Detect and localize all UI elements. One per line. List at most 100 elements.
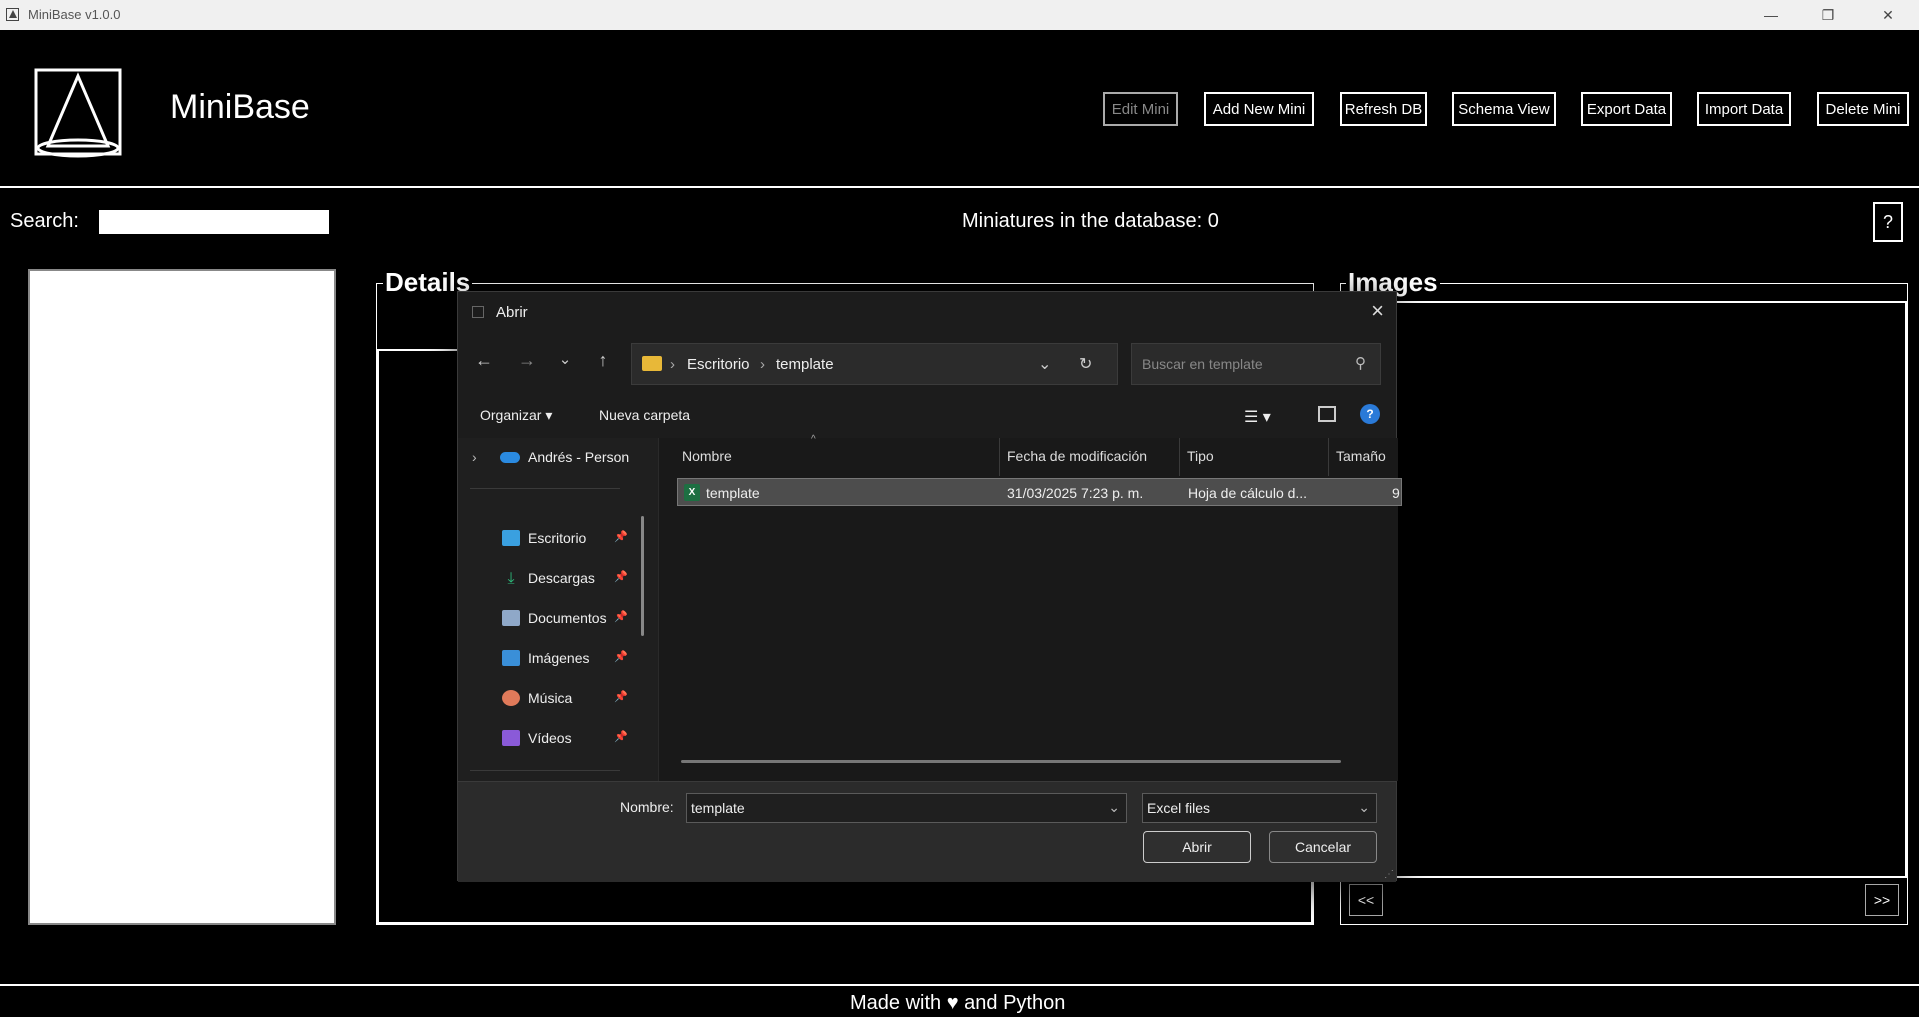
add-new-mini-button[interactable]: Add New Mini <box>1204 92 1314 126</box>
image-viewer <box>1345 301 1907 878</box>
pin-icon[interactable]: 📌 <box>614 650 628 663</box>
sidebar-item-label: Imágenes <box>528 650 590 666</box>
sidebar-item-musica[interactable]: Música 📌 <box>458 682 638 714</box>
cancel-button[interactable]: Cancelar <box>1269 831 1377 863</box>
sidebar-item-documentos[interactable]: Documentos 📌 <box>458 602 638 634</box>
breadcrumb-template[interactable]: template <box>776 356 834 373</box>
sidebar-item-label: Vídeos <box>528 730 572 746</box>
sidebar-item-label: Descargas <box>528 570 595 586</box>
column-header-fecha[interactable]: Fecha de modificación <box>1007 448 1147 464</box>
column-header-tipo[interactable]: Tipo <box>1187 448 1214 464</box>
resize-grip-icon[interactable]: ⋰ <box>1384 869 1394 880</box>
pin-icon[interactable]: 📌 <box>614 730 628 743</box>
breadcrumb-chevron-icon: › <box>670 356 675 373</box>
dialog-bottom-bar: Nombre: template ⌄ Excel files ⌄ Abrir C… <box>458 781 1396 882</box>
pin-icon[interactable]: 📌 <box>614 530 628 543</box>
pin-icon[interactable]: 📌 <box>614 610 628 623</box>
column-header-tamano[interactable]: Tamaño <box>1336 448 1386 464</box>
open-file-dialog: Abrir × ← → ⌄ ↑ › Escritorio › template … <box>457 291 1402 882</box>
sidebar-divider <box>470 770 620 771</box>
prev-image-button[interactable]: << <box>1349 884 1383 916</box>
next-image-button[interactable]: >> <box>1865 884 1899 916</box>
footer-divider <box>0 984 1919 986</box>
sidebar-item-label: Escritorio <box>528 530 587 546</box>
breadcrumb-escritorio[interactable]: Escritorio <box>687 356 750 373</box>
sidebar-item-escritorio[interactable]: Escritorio 📌 <box>458 522 638 554</box>
documents-icon <box>502 610 520 626</box>
recent-locations-icon[interactable]: ⌄ <box>553 350 577 368</box>
delete-mini-button[interactable]: Delete Mini <box>1817 92 1909 126</box>
edit-mini-button[interactable]: Edit Mini <box>1103 92 1178 126</box>
sidebar-item-videos[interactable]: Vídeos 📌 <box>458 722 638 754</box>
pin-icon[interactable]: 📌 <box>614 690 628 703</box>
db-count: Miniatures in the database: 0 <box>962 210 1219 232</box>
dialog-titlebar: Abrir × <box>458 292 1396 332</box>
chevron-down-icon[interactable]: ⌄ <box>1358 799 1370 816</box>
file-name: template <box>706 485 760 501</box>
address-dropdown-icon[interactable]: ⌄ <box>1038 354 1051 374</box>
refresh-db-button[interactable]: Refresh DB <box>1340 92 1427 126</box>
column-header-nombre[interactable]: Nombre <box>682 448 732 464</box>
images-group: << >> <box>1340 283 1908 925</box>
search-icon: ⚲ <box>1355 355 1366 372</box>
close-icon[interactable]: ✕ <box>1860 0 1916 30</box>
search-label: Search: <box>10 210 79 232</box>
filename-label: Nombre: <box>620 799 674 815</box>
up-folder-icon[interactable]: ↑ <box>591 350 615 371</box>
expand-chevron-icon[interactable]: › <box>472 449 477 465</box>
dialog-nav-row: ← → ⌄ ↑ › Escritorio › template ⌄ ↻ Busc… <box>458 332 1396 390</box>
address-bar[interactable]: › Escritorio › template ⌄ ↻ <box>631 343 1118 385</box>
import-data-button[interactable]: Import Data <box>1697 92 1791 126</box>
forward-arrow-icon[interactable]: → <box>515 350 539 371</box>
maximize-icon[interactable]: ❐ <box>1800 0 1856 30</box>
dialog-app-icon <box>472 306 484 318</box>
sidebar-item-onedrive[interactable]: › Andrés - Person <box>458 441 638 473</box>
pictures-icon <box>502 650 520 666</box>
file-row[interactable]: X template 31/03/2025 7:23 p. m. Hoja de… <box>677 478 1402 506</box>
pin-icon[interactable]: 📌 <box>614 570 628 583</box>
column-separator[interactable] <box>999 438 1000 476</box>
search-input[interactable] <box>99 210 329 234</box>
sidebar-item-label: Andrés - Person <box>528 449 630 465</box>
refresh-icon[interactable]: ↻ <box>1079 354 1092 374</box>
new-folder-button[interactable]: Nueva carpeta <box>599 407 690 423</box>
help-button[interactable]: ? <box>1873 202 1903 242</box>
back-arrow-icon[interactable]: ← <box>472 350 496 371</box>
chevron-down-icon[interactable]: ⌄ <box>1108 799 1120 816</box>
sidebar-scrollbar[interactable] <box>641 516 644 636</box>
open-button[interactable]: Abrir <box>1143 831 1251 863</box>
dialog-close-icon[interactable]: × <box>1371 298 1384 324</box>
sidebar-item-descargas[interactable]: ⤓ Descargas 📌 <box>458 562 638 594</box>
download-icon: ⤓ <box>507 570 515 587</box>
schema-view-button[interactable]: Schema View <box>1452 92 1556 126</box>
sidebar-item-imagenes[interactable]: Imágenes 📌 <box>458 642 638 674</box>
file-type-select[interactable]: Excel files ⌄ <box>1142 793 1377 823</box>
column-separator[interactable] <box>1179 438 1180 476</box>
view-options-icon[interactable]: ☰ ▾ <box>1244 407 1271 427</box>
window-titlebar: MiniBase v1.0.0 — ❐ ✕ <box>0 0 1919 30</box>
dialog-sidebar: › Andrés - Person Escritorio 📌 ⤓ Descarg… <box>458 438 658 781</box>
help-icon[interactable]: ? <box>1360 404 1380 424</box>
logo-icon <box>34 68 122 158</box>
sidebar-item-label: Documentos <box>528 610 607 626</box>
breadcrumb-chevron-icon: › <box>760 356 765 373</box>
dialog-title: Abrir <box>496 304 528 321</box>
filename-input[interactable]: template ⌄ <box>686 793 1127 823</box>
horizontal-scrollbar[interactable] <box>681 760 1341 763</box>
file-modified: 31/03/2025 7:23 p. m. <box>1007 485 1144 501</box>
dialog-search-input[interactable]: Buscar en template ⚲ <box>1131 343 1381 385</box>
folder-icon <box>642 356 662 371</box>
music-icon <box>502 690 520 706</box>
minimize-icon[interactable]: — <box>1743 0 1799 30</box>
excel-file-icon: X <box>684 484 700 501</box>
sidebar-item-label: Música <box>528 690 573 706</box>
column-separator[interactable] <box>1328 438 1329 476</box>
preview-pane-icon[interactable] <box>1318 406 1336 422</box>
header-divider <box>0 186 1919 188</box>
footer-text: Made with ♥ and Python <box>850 992 1066 1014</box>
miniatures-list[interactable] <box>28 269 336 925</box>
sort-ascending-icon: ^ <box>811 434 816 445</box>
export-data-button[interactable]: Export Data <box>1581 92 1672 126</box>
app-icon <box>6 8 19 21</box>
organize-menu[interactable]: Organizar ▾ <box>480 407 552 424</box>
